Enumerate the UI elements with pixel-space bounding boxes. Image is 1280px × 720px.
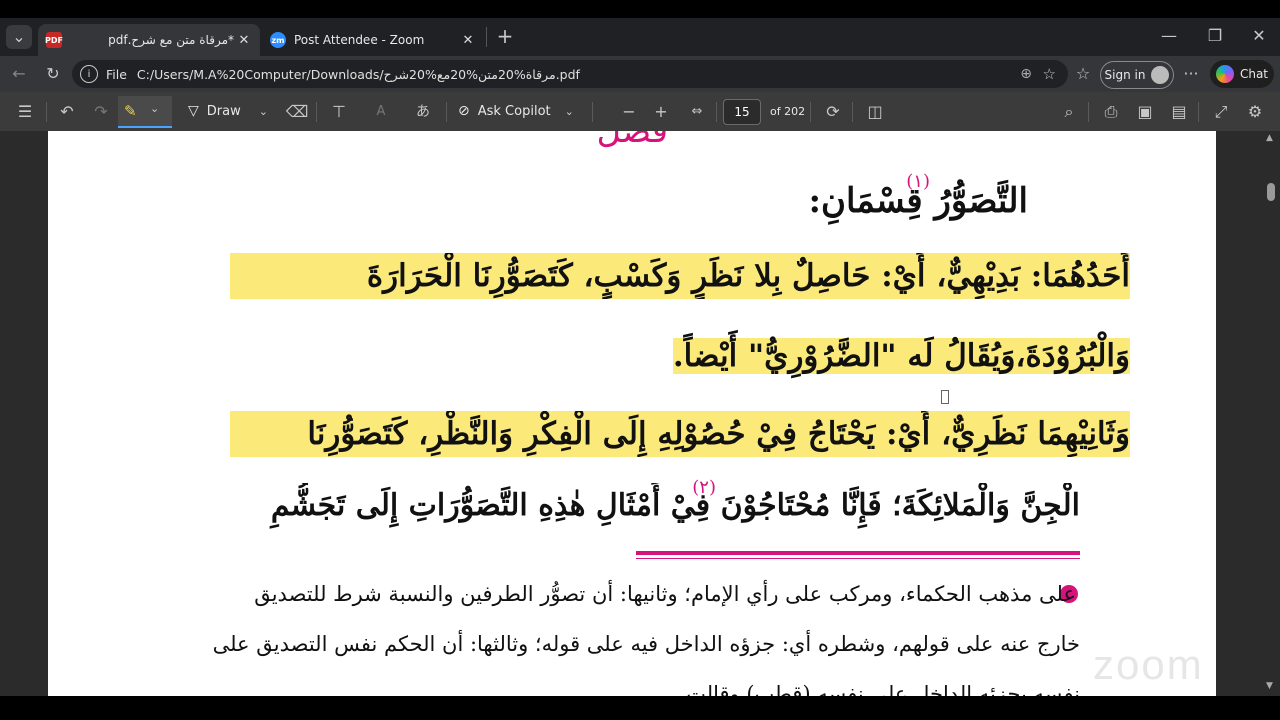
chevron-down-icon[interactable]: ⌄	[259, 105, 268, 118]
chevron-down-icon[interactable]: ⌄	[150, 102, 159, 115]
chevron-down-icon[interactable]: ⌄	[565, 105, 574, 118]
pdf-toolbar: ☰ ↶ ↷ ✎ ⌄ ▽ Draw ⌄ ⌫ ⊤ A あ ⊘ Ask Copilot…	[0, 92, 1280, 132]
draw-icon: ▽	[188, 103, 199, 119]
favorite-star-icon[interactable]: ☆	[1043, 65, 1056, 83]
zoom-in-icon[interactable]: +	[648, 100, 674, 124]
undo-icon[interactable]: ↶	[54, 100, 80, 124]
footnote-line: نفسه بجزئه الداخل على نفسه (قطب) وقالت	[686, 682, 1080, 696]
footnote-divider-thin	[636, 558, 1080, 559]
omnibox[interactable]: i File C:/Users/M.A%20Computer/Downloads…	[72, 60, 1068, 88]
redo-icon[interactable]: ↷	[88, 100, 114, 124]
save-icon[interactable]: ▣	[1132, 100, 1158, 124]
tab-title: Post Attendee - Zoom	[294, 33, 425, 47]
scheme-label: File	[106, 66, 127, 82]
scrollbar-thumb[interactable]	[1267, 183, 1275, 201]
close-tab-icon[interactable]: ✕	[234, 33, 254, 48]
scrollbar[interactable]: ▲ ▼	[1262, 131, 1280, 696]
toolbar-divider	[46, 102, 47, 122]
text-format-icon[interactable]: A	[368, 100, 394, 124]
toolbar-divider	[446, 102, 447, 122]
toolbar-divider	[316, 102, 317, 122]
chat-label: Chat	[1239, 67, 1269, 81]
expand-icon[interactable]: ⤢	[1208, 100, 1234, 124]
search-icon[interactable]: ⌕	[1056, 100, 1082, 124]
rotate-icon[interactable]: ⟳	[820, 100, 846, 124]
translate-icon[interactable]: あ	[410, 100, 436, 124]
copilot-chat-button[interactable]: Chat	[1210, 60, 1274, 88]
sign-in-button[interactable]: Sign in	[1100, 61, 1174, 89]
page-number-input[interactable]: 15	[723, 99, 761, 125]
reload-icon[interactable]: ↻	[40, 62, 66, 86]
text-caret-icon	[941, 390, 949, 404]
sign-in-label: Sign in	[1104, 68, 1146, 82]
bottom-bar	[0, 696, 1280, 720]
copilot-icon	[1215, 65, 1234, 83]
pdf-page: فصل التَّصَوُّرُ قِسْمَانِ: (١) أَحَدُهُ…	[48, 131, 1216, 696]
line-3-text: وَالْبُرُوْدَةَ،وَيُقَالُ لَه "الضَّرُوْ…	[672, 338, 1130, 374]
favorites-icon[interactable]: ☆	[1070, 62, 1096, 86]
toolbar-divider	[810, 102, 811, 122]
highlight-tool-button[interactable]: ✎ ⌄	[118, 96, 172, 128]
toolbar-divider	[1088, 102, 1089, 122]
footnote-marker: (١)	[906, 171, 930, 192]
close-tab-icon[interactable]: ✕	[458, 33, 478, 48]
pdf-viewer[interactable]: فصل التَّصَوُّرُ قِسْمَانِ: (١) أَحَدُهُ…	[0, 131, 1280, 696]
fit-page-icon[interactable]: ⇔	[684, 100, 710, 124]
tab-divider	[486, 27, 487, 47]
avatar-icon	[1151, 66, 1170, 84]
footnote-line: على مذهب الحكماء، ومركب على رأي الإمام؛ …	[254, 582, 1076, 606]
more-menu-icon[interactable]: ···	[1178, 62, 1204, 86]
text-line: الْجِنَّ وَالْمَلائِكَةَ؛ فَإِنَّا مُحْت…	[270, 488, 1080, 523]
highlighter-icon: ✎	[124, 102, 137, 120]
footnote-marker: (٢)	[692, 477, 716, 498]
pdf-icon: PDF	[45, 32, 63, 48]
draw-button[interactable]: ▽ Draw ⌄	[188, 103, 268, 119]
copilot-icon: ⊘	[458, 103, 470, 119]
footnote-divider	[636, 551, 1080, 555]
tab-search-chevron-icon[interactable]: ⌄	[6, 25, 32, 49]
restore-icon[interactable]: ❐	[1202, 24, 1228, 48]
zoom-icon: zm	[270, 32, 286, 48]
page-view-icon[interactable]: ◫	[862, 100, 888, 124]
section-heading: فصل	[596, 131, 669, 151]
close-window-icon[interactable]: ✕	[1246, 24, 1272, 48]
eraser-icon[interactable]: ⌫	[284, 100, 310, 124]
settings-gear-icon[interactable]: ⚙	[1242, 100, 1268, 124]
footnote-line: خارج عنه على قولهم، وشطره أي: جزؤه الداخ…	[212, 632, 1080, 656]
save-as-icon[interactable]: ▤	[1166, 100, 1192, 124]
tab-zoom[interactable]: zm Post Attendee - Zoom ✕	[262, 24, 484, 56]
zoom-out-icon[interactable]: −	[616, 100, 642, 124]
url-text: C:/Users/M.A%20Computer/Downloads/مرقاة%…	[136, 66, 580, 82]
draw-label: Draw	[206, 103, 241, 119]
back-icon[interactable]: ←	[6, 62, 32, 86]
ask-copilot-button[interactable]: ⊘ Ask Copilot ⌄	[458, 103, 574, 119]
info-icon[interactable]: i	[80, 65, 98, 83]
scroll-up-icon[interactable]: ▲	[1266, 133, 1273, 143]
toolbar-divider	[1198, 102, 1199, 122]
zoom-watermark: zoom	[1093, 641, 1204, 688]
tab-title: *مرقاة متن مع شرح.pdf	[108, 33, 234, 47]
copilot-label: Ask Copilot	[477, 103, 551, 119]
text-line-highlighted: وَثَانِيْهِمَا نَظَرِيٌّ، أَيْ: يَحْتَاج…	[230, 411, 1130, 457]
minimize-icon[interactable]: —	[1156, 24, 1182, 48]
page-total: of 202	[770, 105, 806, 118]
print-icon[interactable]: ⎙	[1098, 100, 1124, 124]
toolbar-divider	[716, 102, 717, 122]
contents-icon[interactable]: ☰	[12, 100, 38, 124]
zoom-page-icon[interactable]: ⊕	[1020, 66, 1032, 82]
text-line: وَالْبُرُوْدَةَ،وَيُقَالُ لَه "الضَّرُوْ…	[672, 333, 1130, 379]
new-tab-icon[interactable]: +	[492, 24, 518, 48]
text-box-icon[interactable]: ⊤	[326, 100, 352, 124]
address-bar-row: ← ↻ i File C:/Users/M.A%20Computer/Downl…	[0, 56, 1280, 92]
text-line-highlighted: أَحَدُهُمَا: بَدِيْهِيٌّ، أَيْ: حَاصِلٌ …	[230, 253, 1130, 299]
tab-pdf[interactable]: PDF *مرقاة متن مع شرح.pdf ✕	[38, 24, 260, 56]
toolbar-divider	[852, 102, 853, 122]
toolbar-divider	[592, 102, 593, 122]
tab-strip: ⌄ PDF *مرقاة متن مع شرح.pdf ✕ zm Post At…	[0, 18, 1280, 56]
scroll-down-icon[interactable]: ▼	[1266, 681, 1273, 691]
